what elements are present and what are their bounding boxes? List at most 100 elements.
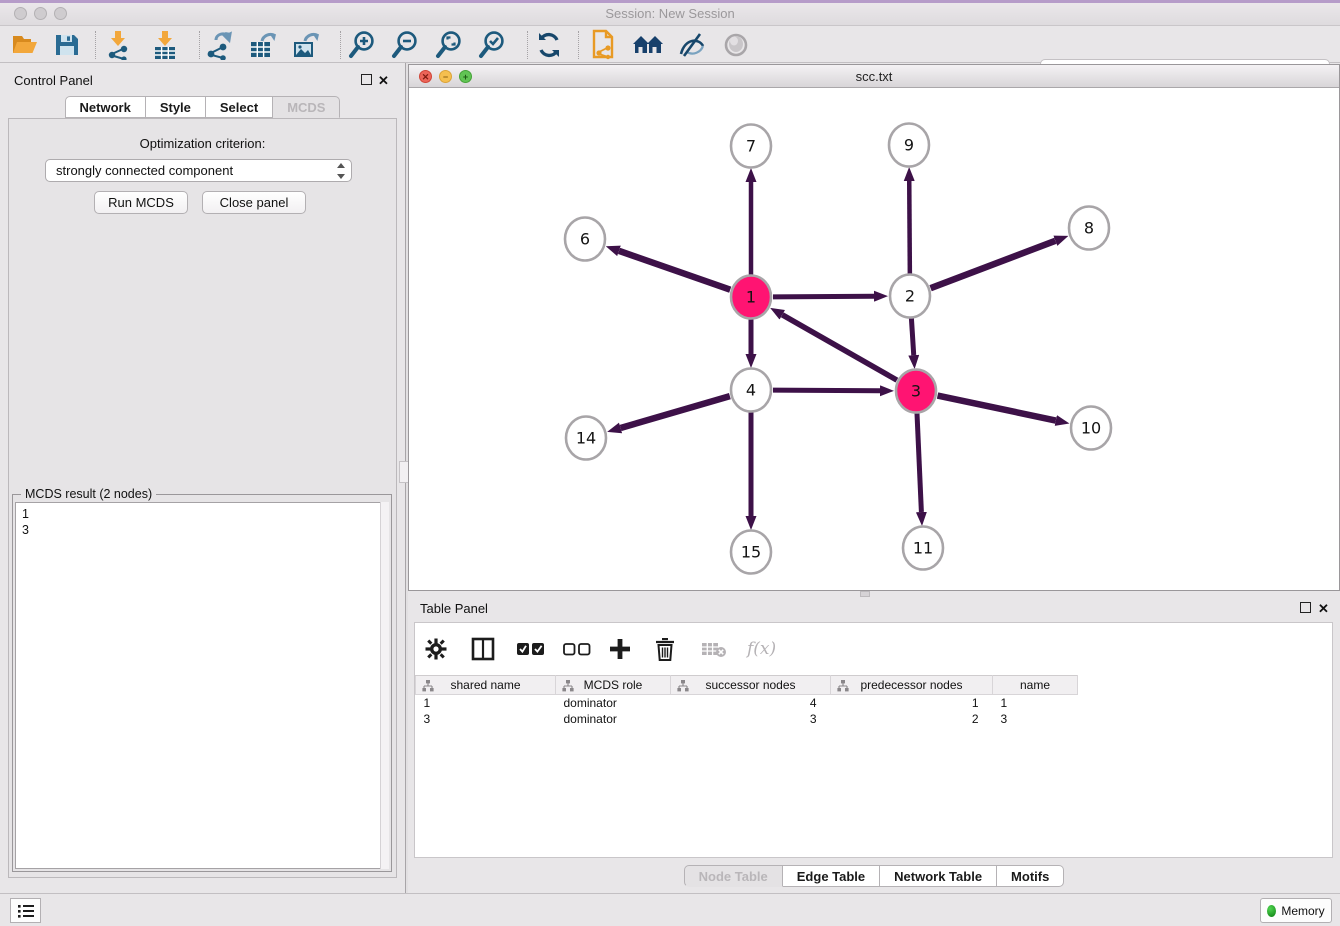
tab-network-table[interactable]: Network Table (880, 865, 997, 887)
graph-node-label: 8 (1084, 219, 1094, 238)
col-successor-nodes[interactable]: successor nodes (671, 676, 831, 695)
select-all-icon[interactable] (517, 642, 543, 656)
refresh-layout-icon[interactable] (532, 29, 566, 61)
control-panel-title: Control Panel (14, 73, 93, 88)
tab-network[interactable]: Network (65, 96, 146, 118)
edge-4-3[interactable] (773, 390, 880, 391)
graph-node-label: 2 (905, 287, 915, 306)
toolbar-separator (95, 31, 96, 59)
graph-node-label: 1 (746, 288, 756, 307)
criterion-dropdown[interactable]: strongly connected component (45, 159, 352, 182)
optimization-criterion-label: Optimization criterion: (0, 136, 405, 151)
toolbar-separator (199, 31, 200, 59)
window-accent-strip (0, 0, 1340, 3)
graph-node-label: 7 (746, 137, 756, 156)
function-builder-icon[interactable]: f(x) (747, 639, 773, 659)
table-row[interactable]: 3 dominator 3 2 3 (416, 711, 1078, 727)
import-network-icon[interactable] (101, 29, 135, 61)
hierarchy-icon (677, 680, 689, 692)
edge-3-10[interactable] (938, 396, 1056, 421)
list-icon (18, 904, 34, 918)
control-panel: Control Panel ✕ Network Style Select MCD… (0, 63, 405, 893)
node-table: shared name MCDS role successor nodes pr… (415, 675, 1078, 727)
graph-node-label: 15 (741, 543, 761, 562)
clone-network-icon[interactable] (587, 29, 621, 61)
title-bar: Session: New Session (0, 0, 1340, 26)
hide-details-icon[interactable] (675, 29, 709, 61)
memory-button[interactable]: Memory (1260, 898, 1332, 923)
mcds-result-textarea[interactable]: 1 3 (15, 502, 389, 869)
save-session-icon[interactable] (50, 29, 84, 61)
delete-table-icon[interactable] (701, 640, 727, 658)
column-layout-icon[interactable] (471, 637, 497, 661)
hierarchy-icon (562, 680, 574, 692)
table-panel: Table Panel ✕ (408, 597, 1340, 893)
network-graph[interactable]: 1234678910111415 (409, 88, 1339, 590)
col-name[interactable]: name (993, 676, 1078, 695)
edge-2-3[interactable] (911, 318, 913, 355)
network-window-title: scc.txt (409, 69, 1339, 84)
graph-node-label: 6 (580, 230, 590, 249)
zoom-in-icon[interactable] (345, 29, 379, 61)
network-window-titlebar[interactable]: ✕ − + scc.txt (409, 65, 1339, 88)
float-table-panel-icon[interactable] (1300, 601, 1311, 616)
window-title: Session: New Session (0, 6, 1340, 21)
tab-node-table[interactable]: Node Table (684, 865, 783, 887)
result-scrollbar[interactable] (380, 502, 389, 869)
birdseye-view-icon[interactable] (719, 29, 753, 61)
go-home-icon[interactable] (631, 29, 665, 61)
toolbar-separator (340, 31, 341, 59)
tab-mcds[interactable]: MCDS (273, 96, 340, 118)
open-file-icon[interactable] (8, 29, 42, 61)
graph-node-label: 10 (1081, 419, 1101, 438)
settings-gear-icon[interactable] (425, 638, 451, 660)
mcds-result-title: MCDS result (2 nodes) (21, 487, 156, 501)
run-mcds-button[interactable]: Run MCDS (94, 191, 188, 214)
col-mcds-role[interactable]: MCDS role (556, 676, 671, 695)
close-panel-button[interactable]: Close panel (202, 191, 306, 214)
edge-2-8[interactable] (931, 241, 1056, 288)
export-network-icon[interactable] (202, 29, 236, 61)
graph-node-label: 14 (576, 429, 596, 448)
mcds-result-group: MCDS result (2 nodes) 1 3 (12, 494, 392, 872)
delete-column-icon[interactable] (655, 638, 681, 661)
network-canvas[interactable]: 1234678910111415 (409, 88, 1339, 590)
hierarchy-icon (422, 680, 434, 692)
edge-4-14[interactable] (621, 396, 730, 428)
toolbar-separator (527, 31, 528, 59)
edge-3-1[interactable] (782, 315, 897, 380)
show-panel-list-button[interactable] (10, 898, 41, 923)
dropdown-stepper-icon (334, 163, 347, 179)
table-panel-title: Table Panel (420, 601, 488, 616)
status-bar: Memory (0, 893, 1340, 926)
add-column-icon[interactable] (609, 638, 635, 660)
graph-node-label: 9 (904, 136, 914, 155)
tab-select[interactable]: Select (206, 96, 273, 118)
table-row[interactable]: 1 dominator 4 1 1 (416, 695, 1078, 711)
tab-motifs[interactable]: Motifs (997, 865, 1064, 887)
criterion-value: strongly connected component (56, 163, 233, 178)
hierarchy-icon (837, 680, 849, 692)
zoom-selected-icon[interactable] (475, 29, 509, 61)
col-predecessor-nodes[interactable]: predecessor nodes (831, 676, 993, 695)
edge-2-9[interactable] (909, 181, 910, 274)
edge-1-6[interactable] (619, 251, 730, 290)
deselect-all-icon[interactable] (563, 642, 589, 656)
export-image-icon[interactable] (289, 29, 323, 61)
close-panel-icon[interactable]: ✕ (378, 73, 389, 89)
edge-3-11[interactable] (917, 413, 921, 512)
tab-edge-table[interactable]: Edge Table (783, 865, 880, 887)
edge-1-2[interactable] (773, 296, 874, 297)
export-table-icon[interactable] (246, 29, 280, 61)
memory-label: Memory (1281, 904, 1324, 918)
zoom-out-icon[interactable] (388, 29, 422, 61)
table-card: f(x) shared name MCDS role successor nod… (414, 622, 1333, 858)
float-panel-icon[interactable] (361, 73, 372, 88)
memory-status-icon (1267, 905, 1276, 917)
tab-style[interactable]: Style (146, 96, 206, 118)
col-shared-name[interactable]: shared name (416, 676, 556, 695)
zoom-fit-icon[interactable] (432, 29, 466, 61)
table-header-row: shared name MCDS role successor nodes pr… (416, 676, 1078, 695)
import-table-icon[interactable] (148, 29, 182, 61)
close-table-panel-icon[interactable]: ✕ (1318, 601, 1329, 617)
